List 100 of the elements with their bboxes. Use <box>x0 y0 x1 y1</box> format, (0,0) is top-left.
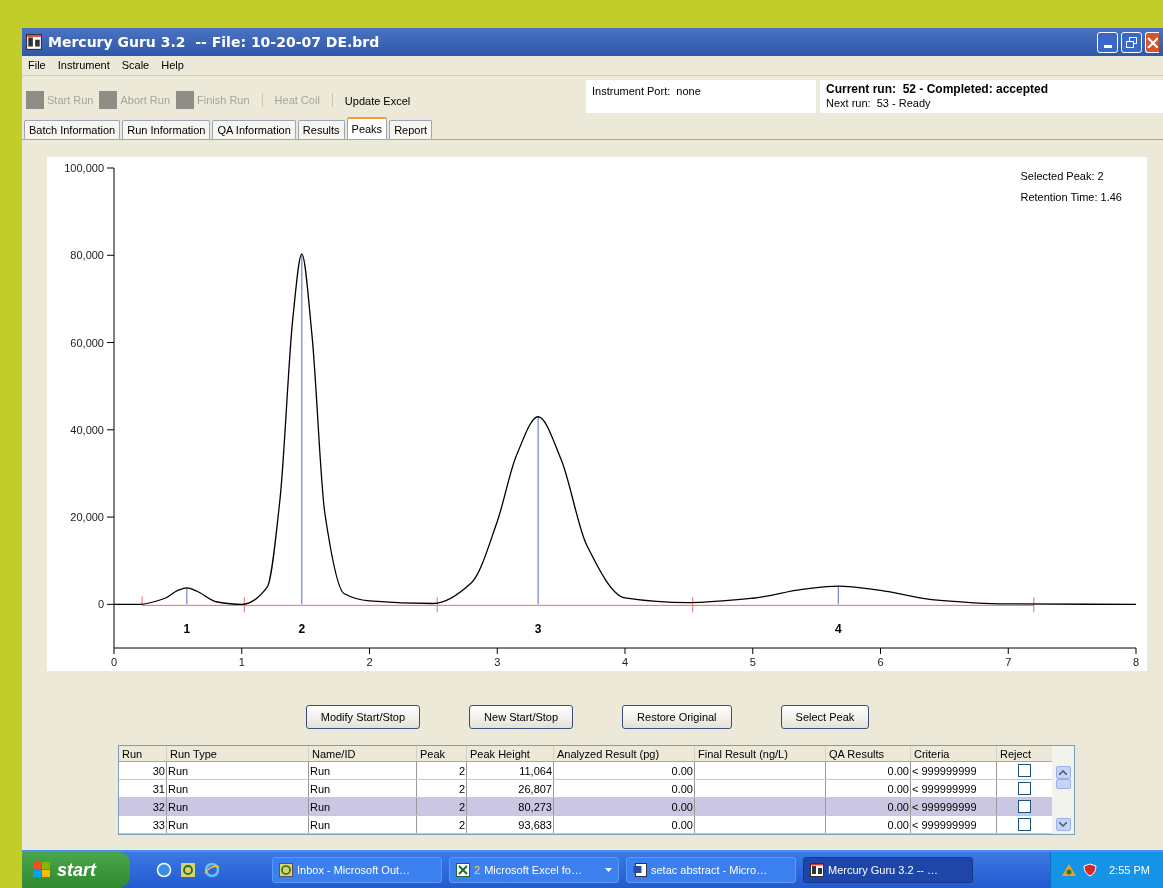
tab[interactable]: Results <box>297 120 345 139</box>
next-run-text: Next run: 53 - Ready <box>826 96 932 110</box>
reject-checkbox[interactable] <box>1018 818 1031 831</box>
table-cell: 30 <box>152 763 165 778</box>
column-header[interactable]: QA Results <box>826 746 911 761</box>
table-cell: 11,064 <box>519 763 552 778</box>
table-cell: Run <box>168 817 189 832</box>
minimize-button[interactable] <box>1097 31 1118 53</box>
table-row[interactable]: 33 Run Run 2 93,683 0.00 0.00 < 999999999 <box>119 816 1053 834</box>
circle-app-icon[interactable] <box>180 862 196 878</box>
table-cell: 0.00 <box>671 799 693 814</box>
tab[interactable]: Peaks <box>346 117 388 139</box>
app-logo-icon <box>26 34 42 50</box>
close-button[interactable] <box>1145 31 1159 53</box>
scroll-up-icon <box>1059 770 1067 775</box>
action-button[interactable]: Select Peak <box>780 705 870 729</box>
taskbar-button[interactable]: Mercury Guru 3.2 -- … <box>803 857 973 883</box>
peak-number: 4 <box>835 622 842 637</box>
scroll-thumb[interactable] <box>1055 779 1071 789</box>
column-header[interactable]: Name/ID <box>309 746 417 761</box>
peak-number: 2 <box>298 622 306 637</box>
instrument-port-text: Instrument Port: none <box>592 85 701 97</box>
table-cell: 2 <box>458 763 465 778</box>
window-count: 2 <box>474 862 481 878</box>
table-cell: 0.00 <box>671 763 693 778</box>
peak-apex-line <box>837 585 839 605</box>
spreadsheet-icon <box>456 863 470 877</box>
table-row[interactable]: 30 Run Run 2 11,064 0.00 0.00 < 999999999 <box>119 762 1053 780</box>
menu-item[interactable]: File <box>28 57 46 74</box>
column-header[interactable]: Criteria <box>911 746 997 761</box>
action-button[interactable]: New Start/Stop <box>469 705 574 729</box>
menu-item[interactable]: Help <box>161 57 184 74</box>
column-header[interactable]: Final Result (ng/L) <box>695 746 826 761</box>
windows-logo-icon <box>32 861 52 879</box>
x-tick-label: 3 <box>494 656 501 668</box>
y-tick-label: 40,000 <box>70 423 104 436</box>
column-header[interactable]: Run <box>119 746 167 761</box>
column-header[interactable]: Peak <box>417 746 467 761</box>
tab[interactable]: Batch Information <box>24 120 121 139</box>
table-cell: 31 <box>152 781 165 796</box>
scrollbar[interactable] <box>1052 746 1074 834</box>
restore-icon <box>1126 36 1137 48</box>
table-cell: < 999999999 <box>912 799 977 814</box>
table-cell: Run <box>310 799 331 814</box>
shield-icon[interactable] <box>1083 863 1097 877</box>
tab[interactable]: Run Information <box>122 120 211 139</box>
table-cell: < 999999999 <box>912 781 977 796</box>
table-cell: 2 <box>458 781 465 796</box>
action-button[interactable]: Restore Original <box>622 705 732 729</box>
peak-apex-line <box>186 587 188 605</box>
tab[interactable]: QA Information <box>212 120 296 139</box>
action-button[interactable]: Modify Start/Stop <box>305 705 421 729</box>
reject-checkbox[interactable] <box>1018 782 1031 795</box>
start-button[interactable]: start <box>22 852 130 888</box>
table-cell: 80,273 <box>518 799 552 814</box>
column-header[interactable]: Analyzed Result (pg) <box>554 746 695 761</box>
caret-icon <box>605 868 612 872</box>
taskbar-button[interactable]: Inbox - Microsoft Out… <box>272 857 442 883</box>
x-tick-label: 8 <box>1132 656 1140 668</box>
window-title: Mercury Guru 3.2 -- File: 10-20-07 DE.brd <box>48 32 380 52</box>
table-cell: 32 <box>152 799 165 814</box>
table-cell: 0.00 <box>671 817 693 832</box>
table-cell: 33 <box>152 817 165 832</box>
reject-checkbox[interactable] <box>1018 800 1031 813</box>
table-cell: Run <box>168 799 189 814</box>
peak-info-text: Retention Time: 1.46 <box>1020 189 1122 205</box>
browser-icon[interactable] <box>156 862 172 878</box>
square-icon <box>26 90 44 109</box>
y-tick-label: 20,000 <box>70 511 104 524</box>
menu-item[interactable]: Scale <box>121 57 150 74</box>
column-header[interactable]: Run Type <box>167 746 309 761</box>
x-tick-label: 4 <box>621 656 629 668</box>
tab[interactable]: Report <box>389 120 433 139</box>
table-cell: 0.00 <box>887 799 909 814</box>
taskbar-button[interactable]: setac abstract - Micro… <box>626 857 796 883</box>
column-header[interactable]: Peak Height <box>467 746 554 761</box>
table-cell: < 999999999 <box>912 763 977 778</box>
x-tick-label: 1 <box>238 656 245 668</box>
scroll-down-icon <box>1059 822 1067 827</box>
reject-checkbox[interactable] <box>1018 764 1031 777</box>
table-row[interactable]: 32 Run Run 2 80,273 0.00 0.00 < 999999999 <box>119 798 1053 816</box>
table-row[interactable]: 31 Run Run 2 26,807 0.00 0.00 < 999999999 <box>119 780 1053 798</box>
table-cell: 26,807 <box>518 781 552 796</box>
menu-item[interactable]: Instrument <box>57 57 110 74</box>
table-cell: Run <box>310 763 331 778</box>
x-tick-label: 6 <box>877 656 884 668</box>
table-cell: Run <box>168 763 189 778</box>
restore-button[interactable] <box>1121 31 1142 53</box>
table-cell: 0.00 <box>671 781 693 796</box>
square-icon <box>176 90 194 109</box>
x-tick-label: 0 <box>110 656 118 668</box>
table-cell: 0.00 <box>887 763 909 778</box>
square-icon <box>99 90 118 109</box>
taskbar-button[interactable]: 2 Microsoft Excel fo… <box>449 857 619 883</box>
table-cell: 0.00 <box>887 781 909 796</box>
document-icon <box>633 863 647 877</box>
y-tick-label: 100,000 <box>64 162 104 174</box>
x-tick-label: 2 <box>366 656 373 668</box>
table-cell: 2 <box>458 799 465 814</box>
toolbar-button[interactable]: Update Excel <box>344 90 411 110</box>
